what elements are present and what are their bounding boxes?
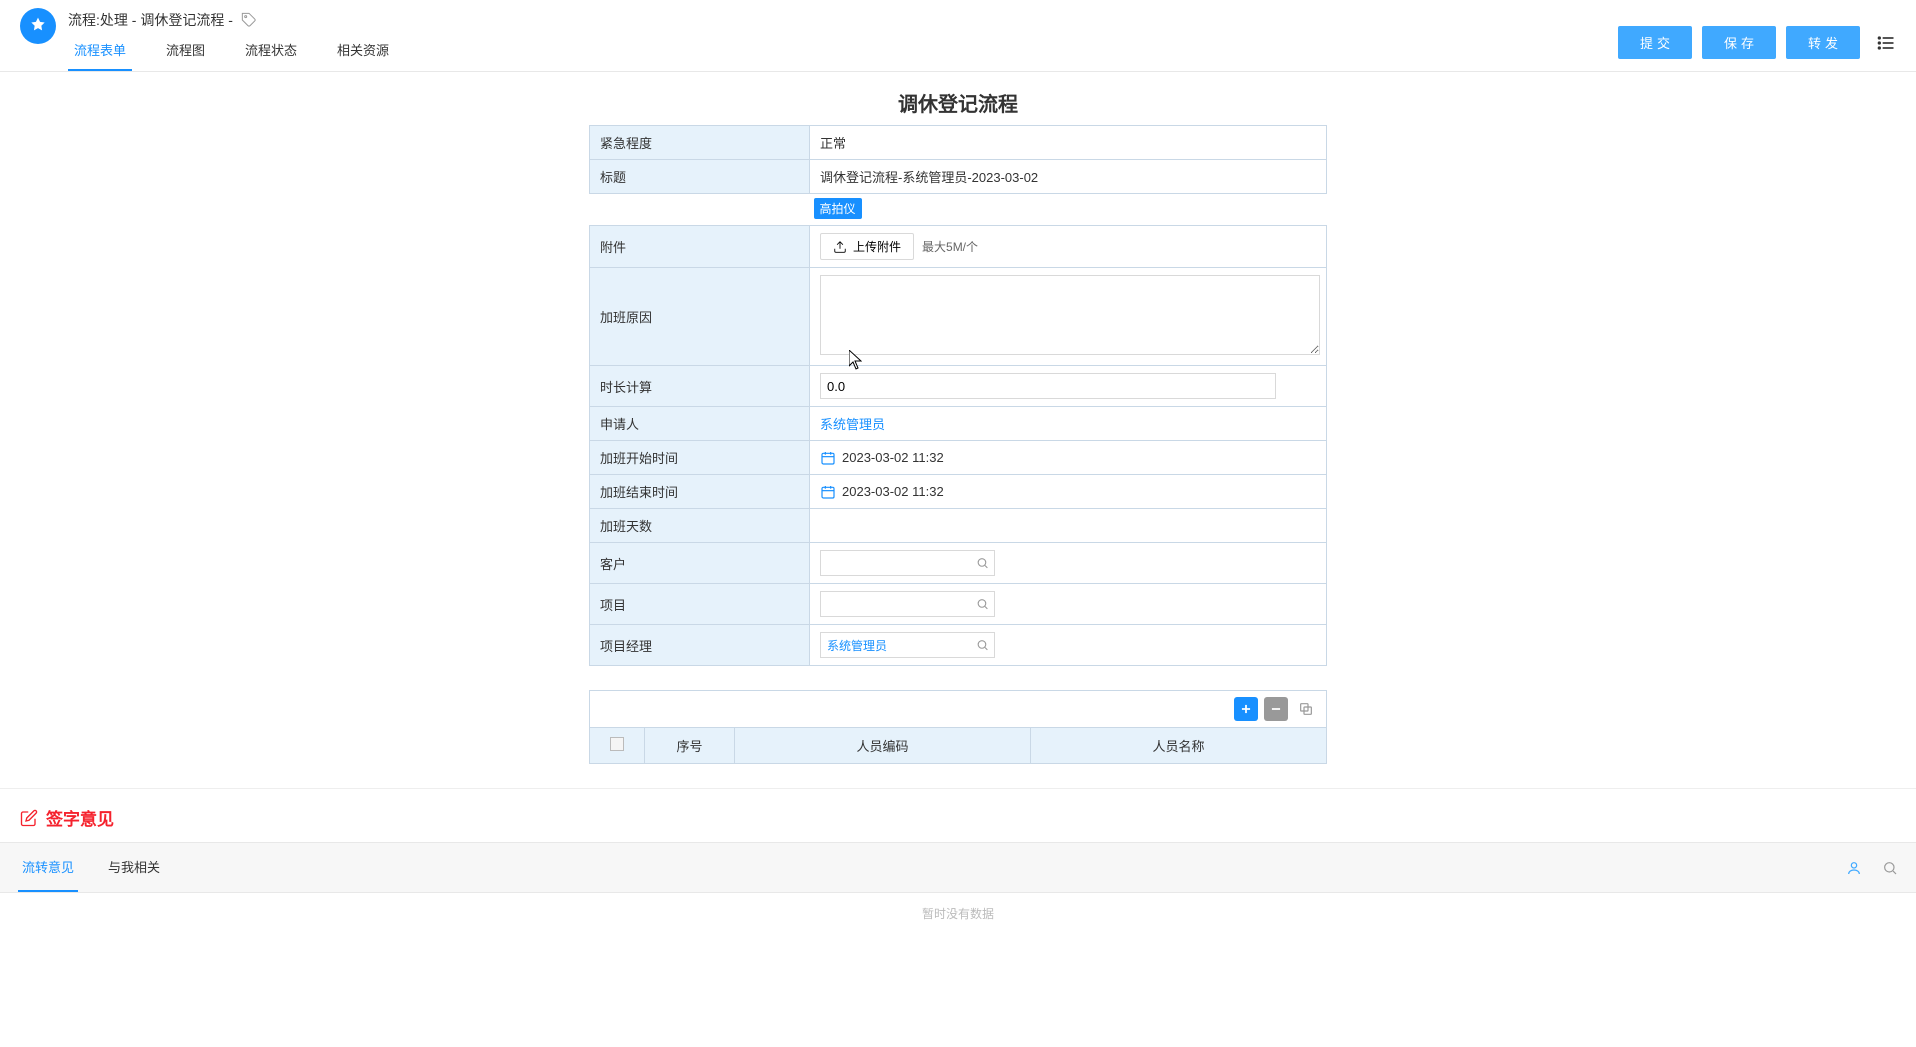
- customer-search-input[interactable]: [820, 550, 995, 576]
- label-pm: 项目经理: [590, 625, 810, 666]
- gaopaiyi-button[interactable]: 高拍仪: [814, 198, 862, 219]
- remove-row-button[interactable]: [1264, 697, 1288, 721]
- max-size-hint: 最大5M/个: [922, 238, 978, 255]
- upload-icon: [833, 240, 847, 254]
- copy-row-button[interactable]: [1294, 697, 1318, 721]
- upload-button[interactable]: 上传附件: [820, 233, 914, 260]
- pm-search-input[interactable]: [820, 632, 995, 658]
- app-logo-icon: [20, 8, 56, 44]
- label-days: 加班天数: [590, 509, 810, 543]
- duration-input[interactable]: [820, 373, 1276, 399]
- detail-col-checkbox: [590, 728, 645, 764]
- detail-col-person-code: 人员编码: [735, 728, 1031, 764]
- search-icon: [976, 557, 989, 570]
- select-all-checkbox[interactable]: [610, 737, 624, 751]
- page-title: 流程:处理 - 调休登记流程 -: [68, 8, 395, 30]
- label-end-time: 加班结束时间: [590, 475, 810, 509]
- calendar-icon: [820, 450, 836, 466]
- project-search-input[interactable]: [820, 591, 995, 617]
- edit-icon: [20, 809, 38, 827]
- detail-col-seq: 序号: [645, 728, 735, 764]
- user-icon[interactable]: [1846, 860, 1862, 876]
- sign-title: 签字意见: [46, 805, 114, 830]
- empty-hint: 暂时没有数据: [20, 893, 1896, 934]
- overtime-reason-textarea[interactable]: [820, 275, 1320, 355]
- tag-icon[interactable]: [241, 12, 257, 28]
- form-title: 调休登记流程: [589, 82, 1327, 125]
- label-subject: 标题: [590, 160, 810, 194]
- label-urgency: 紧急程度: [590, 126, 810, 160]
- label-duration: 时长计算: [590, 366, 810, 407]
- detail-col-person-name: 人员名称: [1031, 728, 1327, 764]
- tab-flowchart[interactable]: 流程图: [160, 40, 211, 71]
- applicant-value[interactable]: 系统管理员: [820, 417, 885, 432]
- main-content: 调休登记流程 紧急程度 正常 标题 调休登记流程-系统管理员-2023-03-0…: [0, 72, 1916, 774]
- label-reason: 加班原因: [590, 268, 810, 366]
- value-subject[interactable]: 调休登记流程-系统管理员-2023-03-02: [810, 160, 1327, 194]
- list-icon[interactable]: [1876, 33, 1896, 53]
- save-button[interactable]: 保存: [1702, 26, 1776, 59]
- search-icon: [976, 598, 989, 611]
- header-bar: 流程:处理 - 调休登记流程 - 流程表单 流程图 流程状态 相关资源 提交 保…: [0, 0, 1916, 72]
- detail-table-section: 序号 人员编码 人员名称: [589, 690, 1327, 764]
- forward-button[interactable]: 转发: [1786, 26, 1860, 59]
- label-attachment: 附件: [590, 226, 810, 268]
- tab-resources[interactable]: 相关资源: [331, 40, 395, 71]
- start-time-picker[interactable]: 2023-03-02 11:32: [820, 450, 1316, 466]
- value-days[interactable]: [810, 509, 1327, 543]
- tab-form[interactable]: 流程表单: [68, 40, 132, 71]
- opinion-tab-flow[interactable]: 流转意见: [18, 843, 78, 892]
- opinion-tab-related[interactable]: 与我相关: [104, 843, 164, 892]
- label-start-time: 加班开始时间: [590, 441, 810, 475]
- label-project: 项目: [590, 584, 810, 625]
- search-icon: [976, 639, 989, 652]
- calendar-icon: [820, 484, 836, 500]
- tab-status[interactable]: 流程状态: [239, 40, 303, 71]
- header-tabs: 流程表单 流程图 流程状态 相关资源: [68, 40, 395, 71]
- sign-section: 签字意见 流转意见 与我相关 暂时没有数据: [0, 788, 1916, 934]
- add-row-button[interactable]: [1234, 697, 1258, 721]
- label-customer: 客户: [590, 543, 810, 584]
- search-icon[interactable]: [1882, 860, 1898, 876]
- value-urgency[interactable]: 正常: [810, 126, 1327, 160]
- label-applicant: 申请人: [590, 407, 810, 441]
- form-table: 紧急程度 正常 标题 调休登记流程-系统管理员-2023-03-02 高拍仪 附…: [589, 125, 1327, 666]
- end-time-picker[interactable]: 2023-03-02 11:32: [820, 484, 1316, 500]
- submit-button[interactable]: 提交: [1618, 26, 1692, 59]
